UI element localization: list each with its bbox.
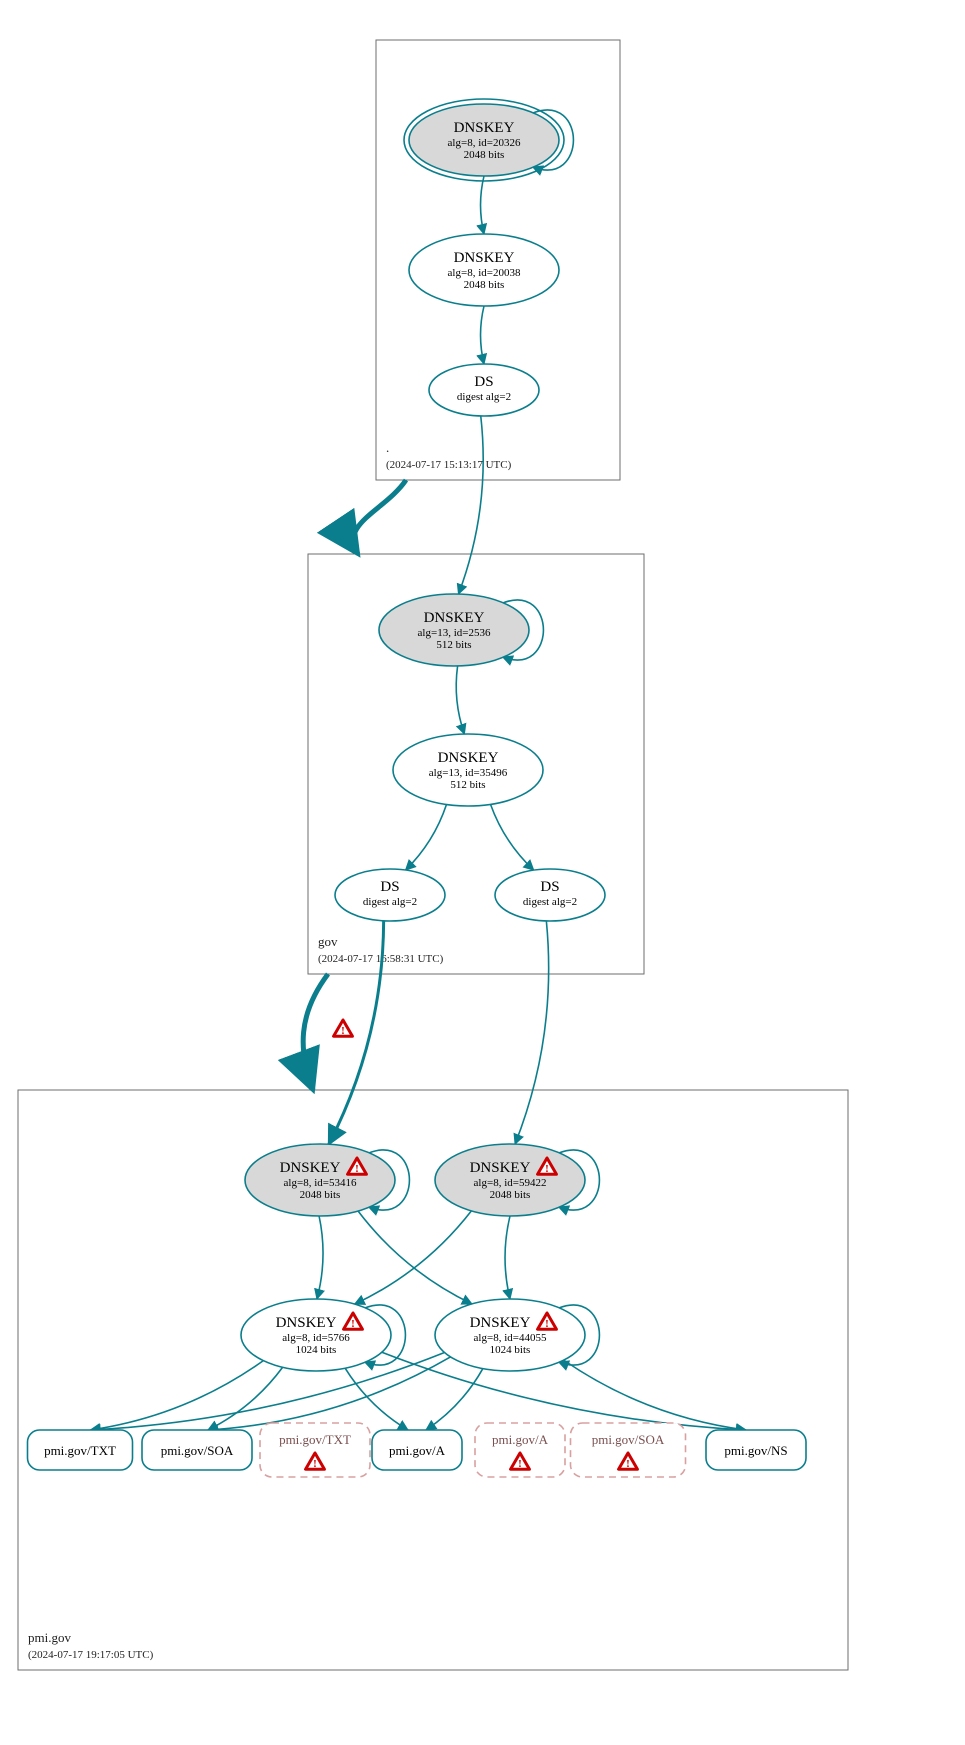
edge-zone-root-to-gov [353, 480, 406, 554]
node-title: DS [540, 879, 559, 895]
edge-pmi_ksk2-pmi_zsk1 [355, 1211, 472, 1304]
edge-pmi_ksk1-pmi_zsk1 [317, 1216, 323, 1299]
node-sub1: alg=13, id=35496 [429, 767, 508, 779]
node-root_zsk: DNSKEYalg=8, id=200382048 bits [409, 234, 559, 306]
leaf-leaf_txt_w: pmi.gov/TXT! [260, 1423, 370, 1477]
svg-text:!: ! [313, 1458, 317, 1470]
node-pmi_zsk2: DNSKEY! alg=8, id=440551024 bits [435, 1299, 585, 1371]
leaf-label: pmi.gov/A [389, 1443, 446, 1458]
node-pmi_ksk1: DNSKEY! alg=8, id=534162048 bits [245, 1144, 395, 1216]
node-title: DNSKEY [276, 1315, 337, 1331]
node-sub2: 1024 bits [490, 1344, 531, 1356]
node-pmi_ksk2: DNSKEY! alg=8, id=594222048 bits [435, 1144, 585, 1216]
zone-label-pmigov: pmi.gov [28, 1630, 71, 1645]
svg-text:!: ! [545, 1318, 549, 1330]
node-sub2: 512 bits [436, 639, 471, 651]
node-sub1: alg=8, id=20038 [448, 267, 521, 279]
node-title: DNSKEY [438, 750, 499, 766]
svg-text:!: ! [351, 1318, 355, 1330]
zone-timestamp-root: (2024-07-17 15:13:17 UTC) [386, 459, 512, 471]
leaf-label: pmi.gov/TXT [44, 1443, 116, 1458]
node-sub1: alg=13, id=2536 [418, 627, 491, 639]
node-sub1: alg=8, id=5766 [282, 1332, 350, 1344]
edge-pmi_zsk2-leaf_ns_ok [564, 1360, 746, 1430]
svg-text:!: ! [341, 1025, 345, 1037]
edge-root_ksk-root_zsk [481, 176, 484, 234]
node-sub2: 1024 bits [296, 1344, 337, 1356]
edge-zone-gov-to-pmigov [303, 974, 328, 1090]
zone-label-root: . [386, 440, 389, 455]
node-sub1: digest alg=2 [523, 896, 577, 908]
edge-root_ds-gov_ksk [458, 416, 483, 594]
node-title: DNSKEY [470, 1315, 531, 1331]
svg-text:!: ! [626, 1458, 630, 1470]
edge-pmi_ksk2-pmi_zsk2 [505, 1216, 510, 1299]
node-title: DNSKEY [280, 1160, 341, 1176]
edge-gov_ksk-gov_zsk [456, 666, 464, 734]
node-sub2: 512 bits [450, 779, 485, 791]
edge-gov_zsk-gov_ds2 [491, 804, 534, 870]
node-gov_ds1: DSdigest alg=2 [335, 869, 445, 921]
edge-gov_zsk-gov_ds1 [406, 804, 447, 870]
node-sub2: 2048 bits [464, 279, 505, 291]
node-title: DNSKEY [470, 1160, 531, 1176]
node-sub1: alg=8, id=20326 [448, 137, 521, 149]
node-sub1: digest alg=2 [363, 896, 417, 908]
zone-box-pmigov [18, 1090, 848, 1670]
leaf-leaf_ns_ok: pmi.gov/NS [706, 1430, 806, 1470]
node-gov_ds2: DSdigest alg=2 [495, 869, 605, 921]
node-gov_ksk: DNSKEYalg=13, id=2536512 bits [379, 594, 529, 666]
edge-pmi_ksk1-pmi_zsk2 [358, 1211, 472, 1304]
edge-pmi_zsk1-leaf_txt_ok [91, 1361, 264, 1430]
svg-text:!: ! [355, 1163, 359, 1175]
leaf-label: pmi.gov/SOA [161, 1443, 234, 1458]
node-sub1: alg=8, id=44055 [474, 1332, 547, 1344]
node-title: DNSKEY [454, 120, 515, 136]
leaf-label: pmi.gov/A [492, 1432, 549, 1447]
node-sub1: alg=8, id=59422 [474, 1177, 547, 1189]
svg-text:!: ! [518, 1458, 522, 1470]
edge-pmi_zsk1-leaf_soa_ok [208, 1367, 283, 1430]
node-gov_zsk: DNSKEYalg=13, id=35496512 bits [393, 734, 543, 806]
node-sub2: 2048 bits [300, 1189, 341, 1201]
node-sub2: 2048 bits [464, 149, 505, 161]
svg-text:!: ! [545, 1163, 549, 1175]
leaf-leaf_soa_w: pmi.gov/SOA! [571, 1423, 686, 1477]
node-root_ksk: DNSKEYalg=8, id=203262048 bits [404, 99, 564, 181]
node-pmi_zsk1: DNSKEY!alg=8, id=57661024 bits [241, 1299, 391, 1371]
leaf-leaf_a_ok: pmi.gov/A [372, 1430, 462, 1470]
leaf-leaf_a_w: pmi.gov/A! [475, 1423, 565, 1477]
leaf-leaf_txt_ok: pmi.gov/TXT [28, 1430, 133, 1470]
node-title: DS [380, 879, 399, 895]
zone-label-gov: gov [318, 934, 338, 949]
leaf-label: pmi.gov/SOA [592, 1432, 665, 1447]
node-title: DNSKEY [454, 250, 515, 266]
node-sub1: alg=8, id=53416 [284, 1177, 357, 1189]
node-sub1: digest alg=2 [457, 391, 511, 403]
node-title: DS [474, 374, 493, 390]
node-title: DNSKEY [424, 610, 485, 626]
edge-gov_ds2-pmi_ksk2 [515, 921, 549, 1144]
leaf-leaf_soa_ok: pmi.gov/SOA [142, 1430, 252, 1470]
edge-root_zsk-root_ds [481, 306, 484, 364]
leaf-label: pmi.gov/TXT [279, 1432, 351, 1447]
zone-timestamp-pmigov: (2024-07-17 19:17:05 UTC) [28, 1649, 154, 1661]
leaf-label: pmi.gov/NS [724, 1443, 787, 1458]
node-sub2: 2048 bits [490, 1189, 531, 1201]
node-root_ds: DSdigest alg=2 [429, 364, 539, 416]
